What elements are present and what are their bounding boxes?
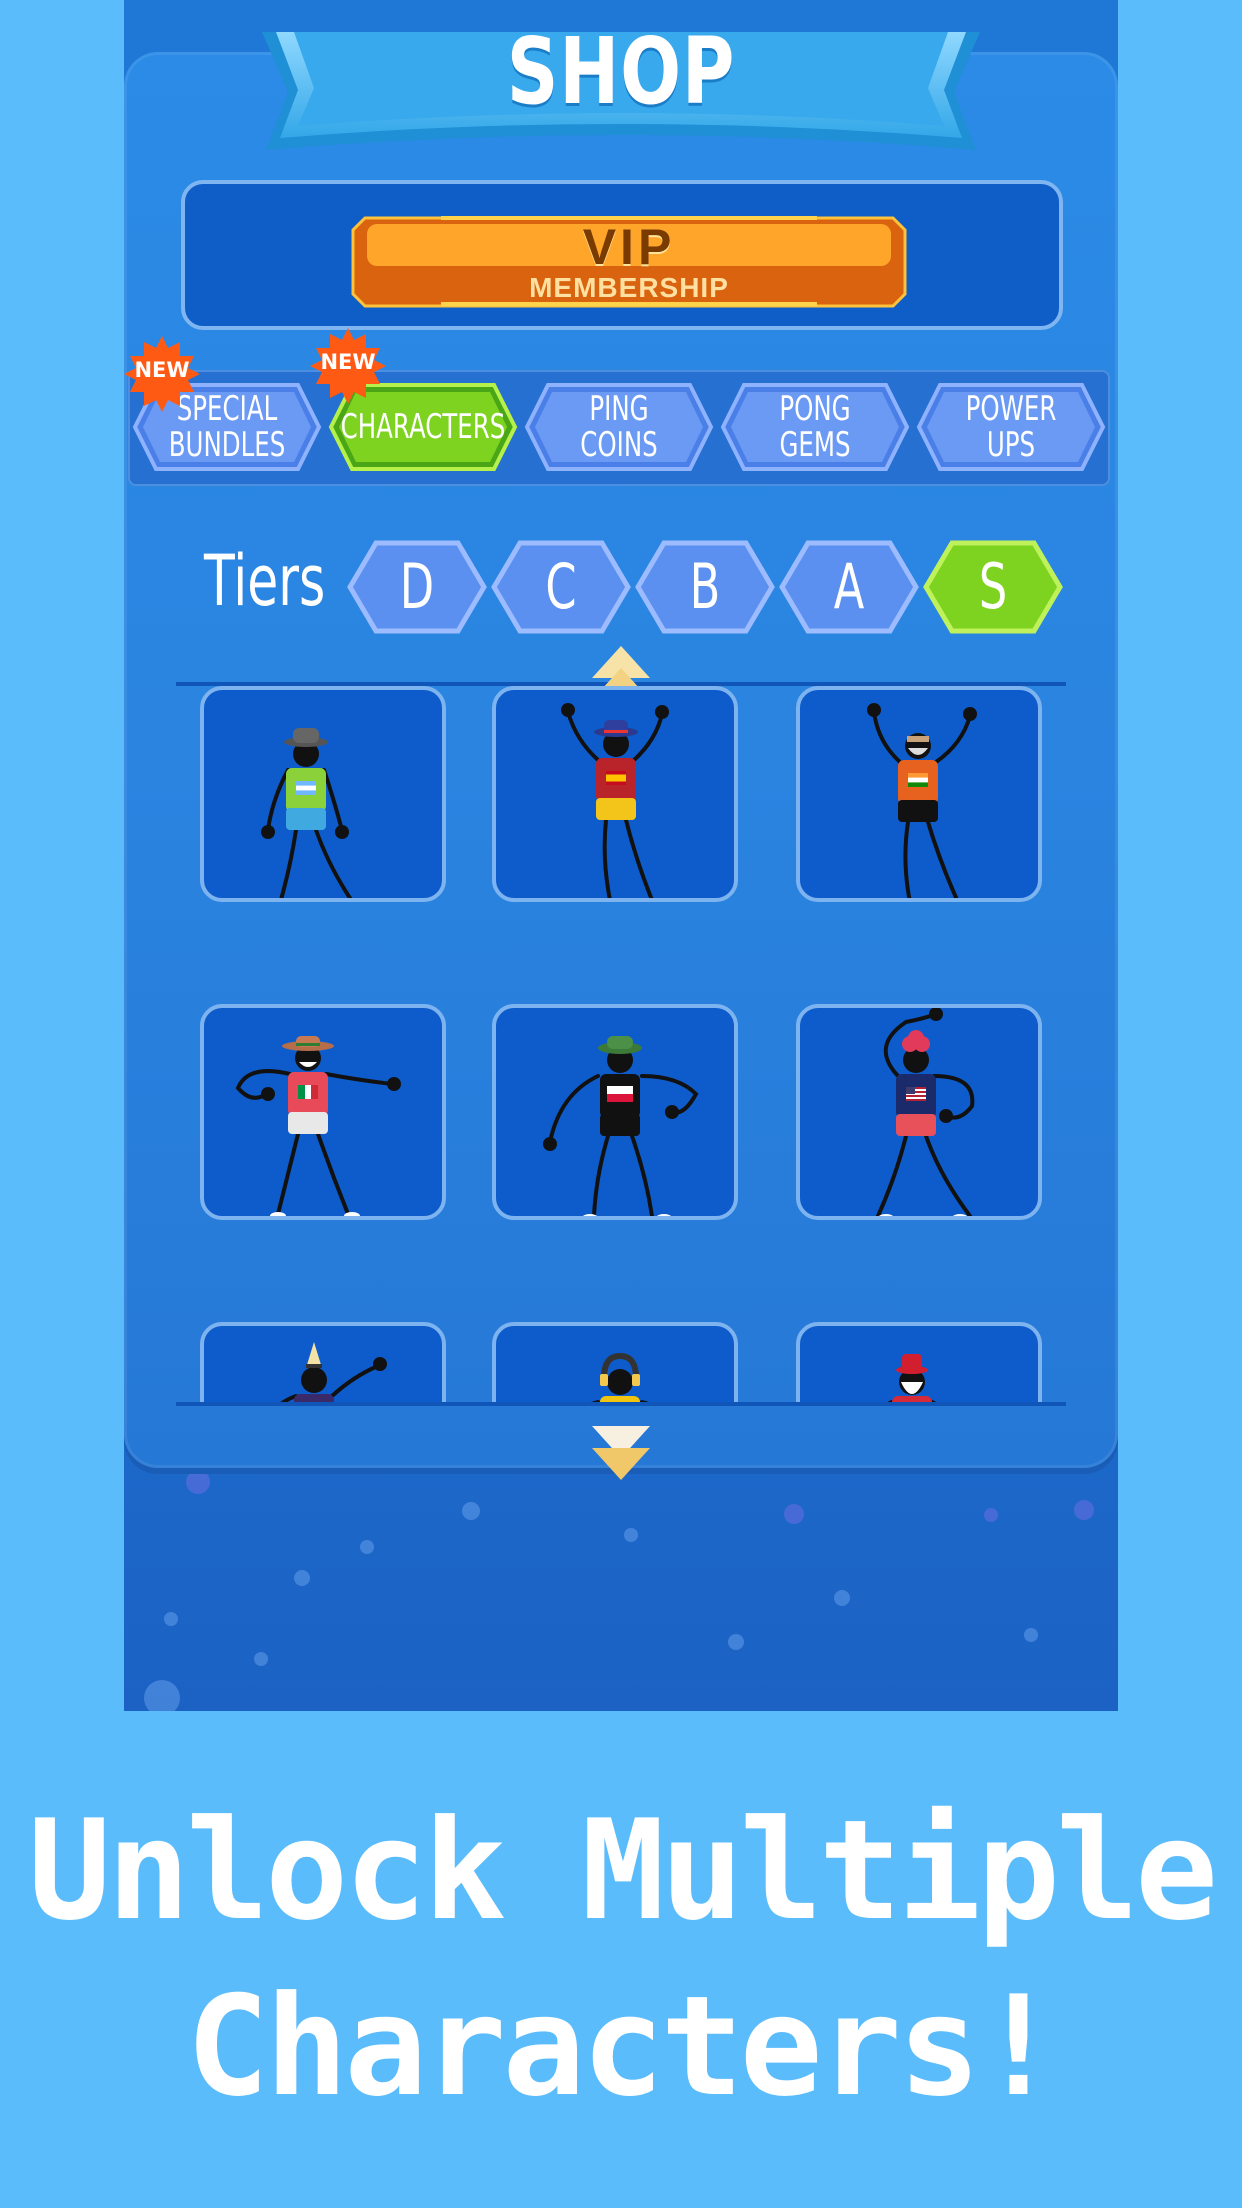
vip-section: VIP MEMBERSHIP <box>181 180 1063 330</box>
bg-bubble <box>1024 1628 1038 1642</box>
character-usa-figure <box>876 1008 975 1216</box>
shop-title: SHOP <box>506 18 736 125</box>
tier-c-button[interactable]: C <box>490 539 632 635</box>
caption-line-1: Unlock Multiple <box>27 1790 1218 1951</box>
character-grid <box>176 686 1066 1402</box>
bg-bubble <box>254 1652 268 1666</box>
shop-banner: SHOP <box>254 18 988 188</box>
new-badge-label: NEW <box>134 358 190 382</box>
game-screen: SHOP VIP MEMBERSHIP SPECIAL BUNDLES CHAR… <box>124 0 1118 1711</box>
bg-bubble <box>360 1540 374 1554</box>
bg-bubble <box>462 1502 480 1520</box>
tier-b-button[interactable]: B <box>634 539 776 635</box>
character-uk-figure <box>887 1354 937 1402</box>
character-card[interactable] <box>492 1322 738 1402</box>
character-spain-figure <box>561 703 669 898</box>
vip-label: VIP <box>582 219 676 275</box>
bg-bubble <box>728 1634 744 1650</box>
bg-bubble <box>624 1528 638 1542</box>
new-badge: NEW <box>308 326 388 406</box>
tier-label: C <box>545 550 577 623</box>
tier-d-button[interactable]: D <box>346 539 488 635</box>
tab-label: POWER UPS <box>965 389 1057 465</box>
tab-pong-gems[interactable]: PONG GEMS <box>720 382 910 472</box>
character-card[interactable] <box>200 1004 446 1220</box>
scroll-down-icon[interactable] <box>590 1422 652 1482</box>
tier-label: B <box>689 550 721 623</box>
character-card[interactable] <box>796 1004 1042 1220</box>
bg-bubble <box>984 1508 998 1522</box>
caption-line-2: Characters! <box>186 1966 1060 2127</box>
tab-label: PONG GEMS <box>779 389 851 465</box>
bg-bubble <box>186 1470 210 1494</box>
tier-label: A <box>833 550 865 623</box>
tier-s-button[interactable]: S <box>922 539 1064 635</box>
bg-bubble <box>144 1680 180 1711</box>
grid-bottom-divider <box>176 1402 1066 1406</box>
tier-a-button[interactable]: A <box>778 539 920 635</box>
bg-bubble <box>834 1590 850 1606</box>
new-badge: NEW <box>124 334 202 414</box>
bg-bubble <box>1074 1500 1094 1520</box>
tiers-label: Tiers <box>204 540 326 622</box>
character-card[interactable] <box>796 1322 1042 1402</box>
vip-sublabel: MEMBERSHIP <box>529 272 729 303</box>
character-russia-figure <box>280 1342 387 1402</box>
character-card[interactable] <box>200 686 446 902</box>
tab-label: PING COINS <box>580 389 658 465</box>
bg-bubble <box>164 1612 178 1626</box>
bg-bubble <box>294 1570 310 1586</box>
bg-bubble <box>784 1504 804 1524</box>
new-badge-label: NEW <box>320 350 376 374</box>
character-vietnam-figure <box>591 1352 649 1402</box>
character-card[interactable] <box>200 1322 446 1402</box>
character-india-figure <box>867 703 977 898</box>
tab-ping-coins[interactable]: PING COINS <box>524 382 714 472</box>
character-italy-figure <box>235 1036 401 1216</box>
character-argentina-figure <box>261 728 353 898</box>
character-poland-figure <box>543 1036 699 1216</box>
tier-label: D <box>399 550 435 623</box>
tab-power-ups[interactable]: POWER UPS <box>916 382 1106 472</box>
tier-label: S <box>978 550 1008 623</box>
character-card[interactable] <box>492 686 738 902</box>
vip-membership-button[interactable]: VIP MEMBERSHIP <box>351 214 907 308</box>
character-card[interactable] <box>492 1004 738 1220</box>
character-card[interactable] <box>796 686 1042 902</box>
